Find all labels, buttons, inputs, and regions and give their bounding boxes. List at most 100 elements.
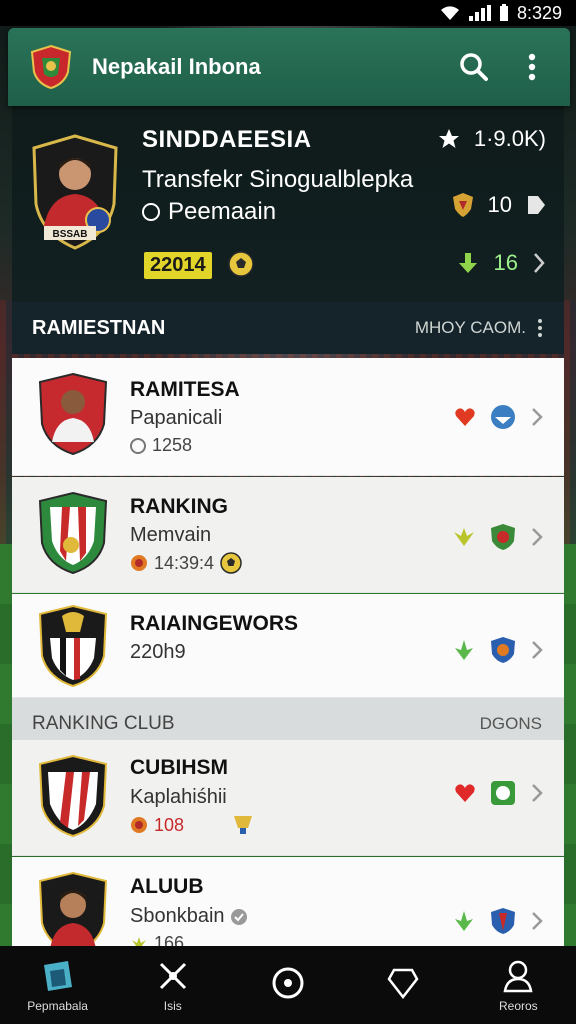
club-crest-icon <box>38 491 108 575</box>
section-title: RAMIESTNAN <box>32 316 166 339</box>
nav-label: Pepmabala <box>27 999 88 1013</box>
status-bar: 8:329 <box>0 0 576 26</box>
list-item[interactable]: RANKING Memvain 14:39:4 <box>12 477 564 593</box>
nav-label: Reoros <box>499 999 538 1013</box>
row-icons <box>454 780 544 806</box>
followers-value: 1·9.0K) <box>473 126 546 151</box>
row-meta-value: 166 <box>154 933 185 947</box>
trend-down-icon <box>458 253 477 273</box>
player-badge-icon <box>38 871 108 946</box>
nav-item-profile[interactable]: Reoros <box>468 957 568 1013</box>
player-crest-icon: BSSAB <box>32 134 118 250</box>
chevron-right-icon <box>532 528 543 546</box>
search-button[interactable] <box>454 47 494 87</box>
trophy-icon <box>234 816 253 834</box>
section-action-label: DGONS <box>479 714 542 733</box>
nav-item-favorites[interactable] <box>353 964 453 1006</box>
football-icon <box>228 251 254 277</box>
more-vert-icon <box>528 53 536 81</box>
row-icons <box>452 907 544 935</box>
favorite-icon <box>384 964 422 1002</box>
section-action[interactable]: MHOY CAOM. <box>415 318 542 338</box>
nav-item-home[interactable]: Pepmabala <box>8 957 108 1013</box>
row-title: RANKING <box>130 495 228 518</box>
row-subtitle: Papanicali <box>130 407 223 429</box>
list-item[interactable]: RAIAINGEWORS 220h9 <box>12 594 564 698</box>
status-time: 8:329 <box>516 2 562 23</box>
radio-icon <box>142 203 160 221</box>
chevron-right-icon <box>534 253 545 273</box>
row-title: RAMITESA <box>130 378 240 401</box>
more-options-button[interactable] <box>512 47 552 87</box>
row-title: CUBIHSM <box>130 756 228 779</box>
featured-player-card[interactable]: BSSAB SINDDAEESIA Transfekr Sinogualblep… <box>12 106 564 302</box>
chevron-right-icon <box>532 912 543 930</box>
search-icon <box>460 53 488 81</box>
battery-icon <box>499 4 509 22</box>
tools-icon <box>154 957 192 995</box>
signal-icon <box>468 5 491 21</box>
player-role: Peemaain <box>142 198 276 226</box>
player-badge-icon <box>38 372 108 456</box>
nav-item-target[interactable] <box>238 964 338 1006</box>
player-subtitle: Transfekr Sinogualblepka <box>142 166 414 193</box>
shield-icon <box>452 193 473 217</box>
star-icon <box>438 129 459 148</box>
chevron-right-icon <box>532 641 543 659</box>
more-vert-icon <box>538 319 542 337</box>
nav-label: Isis <box>163 999 182 1013</box>
team-logo-icon <box>491 405 515 429</box>
row-subtitle: 220h9 <box>130 641 186 663</box>
row-meta: 166 <box>130 933 185 947</box>
row-meta-value: 1258 <box>152 435 193 455</box>
clock-icon <box>130 437 146 454</box>
section-title: RANKING CLUB <box>32 713 175 734</box>
rank-stat: 10 <box>452 192 546 218</box>
medal-icon <box>131 555 147 571</box>
section-header-players: RAMIESTNAN MHOY CAOM. <box>12 302 564 354</box>
app-logo-icon <box>30 44 72 90</box>
trend-down-icon <box>455 911 473 931</box>
medal-icon <box>131 817 147 833</box>
team-logo-icon <box>491 908 515 934</box>
app-bar: Nepakail Inbona <box>8 28 570 106</box>
player-role-label: Peemaain <box>168 198 277 225</box>
row-meta: 14:39:4 <box>130 552 242 574</box>
row-icons <box>452 523 544 551</box>
verified-icon <box>231 908 248 925</box>
list-item[interactable]: ALUUB Sbonkbain 166 <box>12 857 564 947</box>
wifi-icon <box>439 5 461 21</box>
section-action[interactable]: DGONS <box>480 714 542 734</box>
trend-stat[interactable]: 16 <box>456 250 546 276</box>
row-meta-value: 14:39:4 <box>154 552 215 573</box>
home-icon <box>39 957 77 995</box>
row-meta: 1258 <box>130 435 192 456</box>
trend-icon <box>454 528 474 546</box>
followers-stat: 1·9.0K) <box>438 126 546 152</box>
football-icon <box>220 552 242 574</box>
row-subtitle: Kaplahiśhii <box>130 786 227 808</box>
team-logo-icon <box>491 524 515 550</box>
player-name: SINDDAEESIA <box>142 126 312 153</box>
row-meta-value: 108 <box>154 814 185 835</box>
team-logo-icon <box>491 637 515 663</box>
rank-value: 10 <box>487 192 512 217</box>
row-subtitle: Memvain <box>130 524 212 546</box>
trend-value: 16 <box>493 250 518 275</box>
club-crest-icon <box>38 604 108 688</box>
row-title: ALUUB <box>130 875 204 898</box>
team-logo-icon <box>491 781 515 805</box>
row-meta: 108 <box>130 814 256 836</box>
profile-icon <box>499 957 537 995</box>
nav-item-tools[interactable]: Isis <box>123 957 223 1013</box>
bottom-navigation: Pepmabala Isis Reoros <box>0 946 576 1024</box>
list-item[interactable]: CUBIHSM Kaplahiśhii 108 <box>12 740 564 856</box>
year-badge: 22014 <box>144 252 212 279</box>
row-subtitle: Sbonkbain <box>130 905 248 928</box>
app-title: Nepakail Inbona <box>92 54 261 79</box>
row-icons <box>452 636 544 664</box>
chevron-right-icon <box>532 784 543 802</box>
heart-icon <box>455 784 475 802</box>
crest-label: BSSAB <box>52 229 87 240</box>
list-item[interactable]: RAMITESA Papanicali 1258 <box>12 358 564 476</box>
